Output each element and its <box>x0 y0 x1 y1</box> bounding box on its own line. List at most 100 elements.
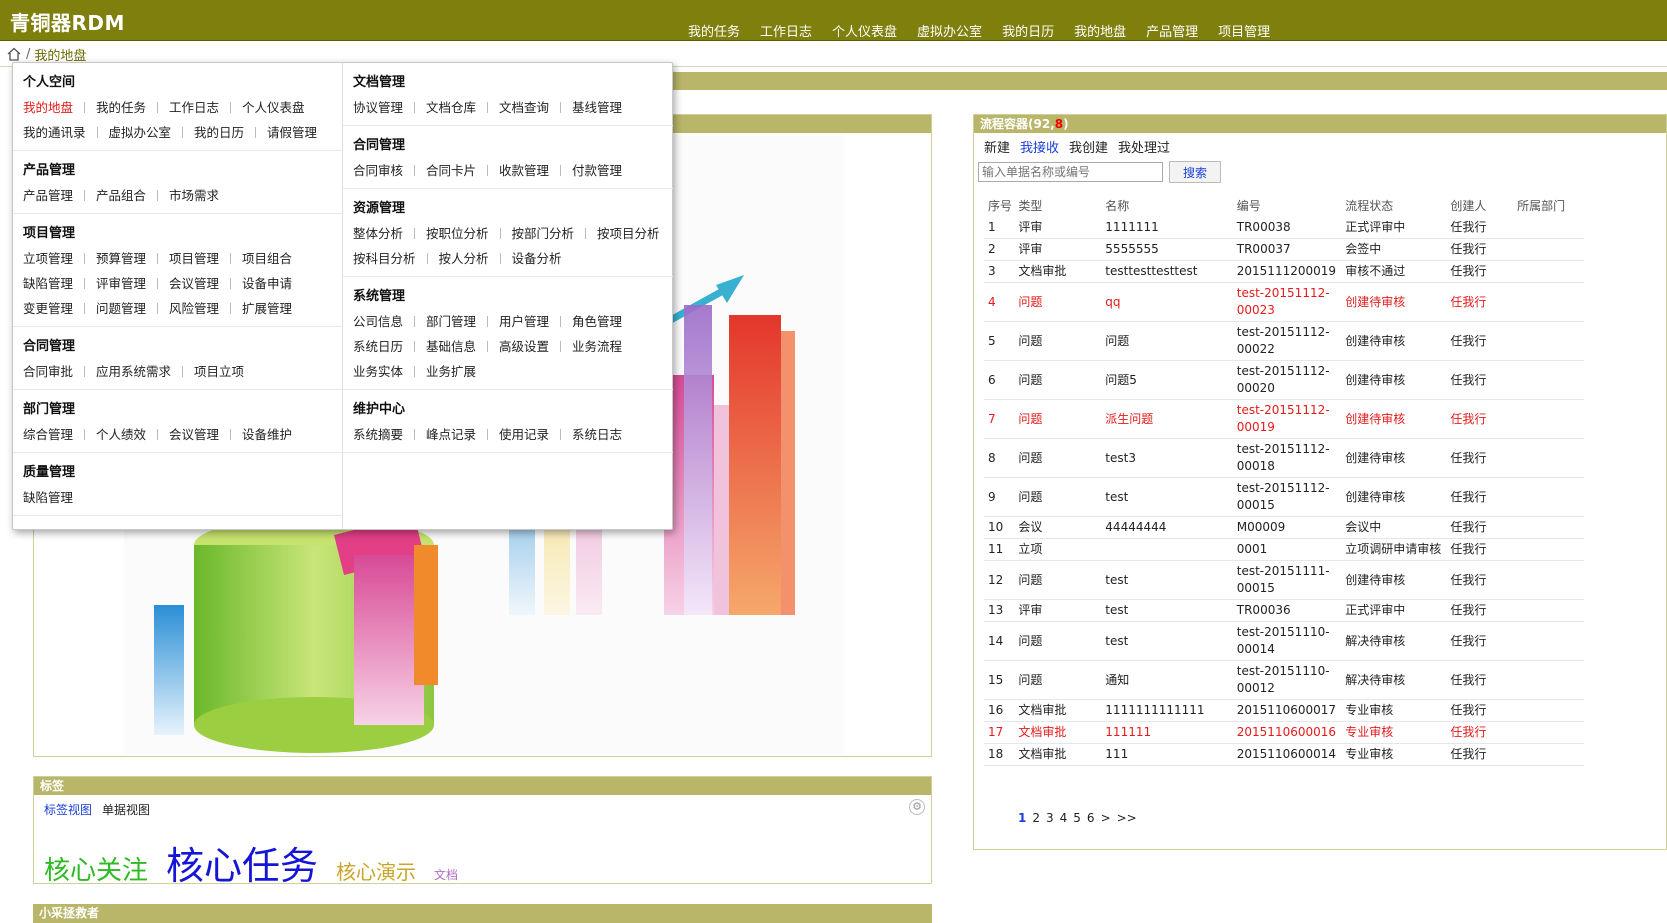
menu-item[interactable]: 文档仓库 <box>426 94 499 119</box>
menu-item[interactable]: 文档查询 <box>499 94 572 119</box>
topnav-item[interactable]: 工作日志 <box>760 21 812 40</box>
menu-item[interactable]: 变更管理 <box>23 295 96 320</box>
menu-item[interactable]: 业务流程 <box>572 333 622 358</box>
menu-item[interactable]: 按人分析 <box>439 245 512 270</box>
menu-item[interactable]: 缺陷管理 <box>23 270 96 295</box>
cell-name[interactable]: test3 <box>1101 438 1233 478</box>
search-input[interactable] <box>978 162 1163 182</box>
col-header-status[interactable]: 流程状态 <box>1341 193 1446 217</box>
menu-item[interactable]: 综合管理 <box>23 421 96 446</box>
menu-item[interactable]: 系统摘要 <box>353 421 426 446</box>
menu-item[interactable]: 市场需求 <box>169 182 219 207</box>
table-row[interactable]: 18 文档审批 111 2015110600014 专业审核 任我行 <box>984 743 1584 766</box>
topnav-item[interactable]: 虚拟办公室 <box>917 21 982 40</box>
table-row[interactable]: 9 问题 test test-20151112-00015 创建待审核 任我行 <box>984 477 1584 517</box>
menu-item[interactable]: 缺陷管理 <box>23 484 73 509</box>
cell-name[interactable]: test <box>1101 621 1233 661</box>
topnav-item[interactable]: 我的日历 <box>1002 21 1054 40</box>
menu-item[interactable]: 付款管理 <box>572 157 622 182</box>
col-header-dept[interactable]: 所属部门 <box>1513 193 1584 217</box>
menu-item[interactable]: 高级设置 <box>499 333 572 358</box>
cell-name[interactable]: 派生问题 <box>1101 399 1233 439</box>
search-button[interactable]: 搜索 <box>1169 161 1221 183</box>
menu-item[interactable]: 部门管理 <box>426 308 499 333</box>
cell-name[interactable]: 问题5 <box>1101 360 1233 400</box>
table-row[interactable]: 4 问题 qq test-20151112-00023 创建待审核 任我行 <box>984 282 1584 322</box>
table-row[interactable]: 1 评审 1111111 TR00038 正式评审中 任我行 <box>984 217 1584 239</box>
tab-document-view[interactable]: 单据视图 <box>102 801 150 818</box>
cell-name[interactable]: 1111111 <box>1101 217 1233 239</box>
menu-item[interactable]: 产品组合 <box>96 182 169 207</box>
table-row[interactable]: 2 评审 5555555 TR00037 会签中 任我行 <box>984 238 1584 261</box>
cell-name[interactable]: 111111 <box>1101 721 1233 744</box>
tag-cloud-item[interactable]: 核心演示 <box>336 856 416 885</box>
menu-item[interactable]: 系统日历 <box>353 333 426 358</box>
tab-processed[interactable]: 我处理过 <box>1118 137 1170 156</box>
menu-item[interactable]: 按科目分析 <box>353 245 439 270</box>
col-header-name[interactable]: 名称 <box>1101 193 1232 217</box>
menu-item[interactable]: 应用系统需求 <box>96 358 194 383</box>
topnav-item[interactable]: 项目管理 <box>1218 21 1270 40</box>
menu-item[interactable]: 我的日历 <box>194 119 267 144</box>
topnav-item[interactable]: 个人仪表盘 <box>832 21 897 40</box>
breadcrumb-current[interactable]: 我的地盘 <box>34 45 86 64</box>
table-row[interactable]: 6 问题 问题5 test-20151112-00020 创建待审核 任我行 <box>984 360 1584 400</box>
col-header-code[interactable]: 编号 <box>1233 193 1341 217</box>
menu-item[interactable]: 基础信息 <box>426 333 499 358</box>
topnav-item[interactable]: 我的任务 <box>688 21 740 40</box>
menu-item[interactable]: 产品管理 <box>23 182 96 207</box>
menu-item[interactable]: 基线管理 <box>572 94 622 119</box>
menu-item[interactable]: 收款管理 <box>499 157 572 182</box>
tag-cloud-item[interactable]: 核心任务 <box>166 835 318 890</box>
page-link[interactable]: 2 <box>1032 811 1040 825</box>
menu-item[interactable]: 我的任务 <box>96 94 169 119</box>
menu-item[interactable]: 设备维护 <box>242 421 292 446</box>
menu-item[interactable]: 协议管理 <box>353 94 426 119</box>
topnav-item[interactable]: 产品管理 <box>1146 21 1198 40</box>
menu-item[interactable]: 预算管理 <box>96 245 169 270</box>
table-row[interactable]: 15 问题 通知 test-20151110-00012 解决待审核 任我行 <box>984 660 1584 700</box>
page-link[interactable]: 6 <box>1087 811 1095 825</box>
tag-cloud-item[interactable]: 文档 <box>434 866 458 883</box>
cell-name[interactable]: 通知 <box>1101 660 1233 700</box>
menu-item[interactable]: 业务扩展 <box>426 358 476 383</box>
cell-name[interactable]: test <box>1101 560 1233 600</box>
menu-item[interactable]: 工作日志 <box>169 94 242 119</box>
menu-item[interactable]: 个人绩效 <box>96 421 169 446</box>
table-row[interactable]: 13 评审 test TR00036 正式评审中 任我行 <box>984 599 1584 622</box>
col-header-no[interactable]: 序号 <box>984 193 1014 217</box>
menu-item[interactable]: 会议管理 <box>169 421 242 446</box>
cell-name[interactable]: 问题 <box>1101 321 1233 361</box>
page-link[interactable]: 4 <box>1060 811 1068 825</box>
menu-item[interactable]: 用户管理 <box>499 308 572 333</box>
menu-item[interactable]: 评审管理 <box>96 270 169 295</box>
table-row[interactable]: 7 问题 派生问题 test-20151112-00019 创建待审核 任我行 <box>984 399 1584 439</box>
page-next[interactable]: > <box>1101 811 1111 825</box>
menu-item[interactable]: 会议管理 <box>169 270 242 295</box>
cell-name[interactable]: 111 <box>1101 743 1233 766</box>
menu-item[interactable]: 项目组合 <box>242 245 292 270</box>
cell-name[interactable]: 1111111111111 <box>1101 699 1233 722</box>
menu-item[interactable]: 峰点记录 <box>426 421 499 446</box>
topnav-item[interactable]: 我的地盘 <box>1074 21 1126 40</box>
menu-item[interactable]: 按部门分析 <box>512 220 598 245</box>
page-link[interactable]: 3 <box>1046 811 1054 825</box>
home-icon[interactable] <box>6 47 22 61</box>
cell-name[interactable]: 44444444 <box>1101 516 1233 539</box>
menu-item[interactable]: 我的通讯录 <box>23 119 109 144</box>
menu-item[interactable]: 按项目分析 <box>597 220 660 245</box>
tab-tag-view[interactable]: 标签视图 <box>44 801 92 818</box>
tab-received[interactable]: 我接收 <box>1020 137 1059 156</box>
menu-item[interactable]: 项目管理 <box>169 245 242 270</box>
menu-item[interactable]: 设备申请 <box>242 270 292 295</box>
table-row[interactable]: 14 问题 test test-20151110-00014 解决待审核 任我行 <box>984 621 1584 661</box>
table-row[interactable]: 11 立项 0001 立项调研申请审核 任我行 <box>984 538 1584 561</box>
menu-item[interactable]: 请假管理 <box>267 119 317 144</box>
cell-name[interactable]: testtesttesttest <box>1101 260 1233 283</box>
app-logo[interactable]: 青铜器RDM <box>10 7 125 36</box>
page-current[interactable]: 1 <box>1018 811 1026 825</box>
table-row[interactable]: 10 会议 44444444 M00009 会议中 任我行 <box>984 516 1584 539</box>
menu-item[interactable]: 业务实体 <box>353 358 426 383</box>
table-row[interactable]: 3 文档审批 testtesttesttest 2015111200019 审核不通过任… <box>984 260 1584 283</box>
menu-item[interactable]: 风险管理 <box>169 295 242 320</box>
